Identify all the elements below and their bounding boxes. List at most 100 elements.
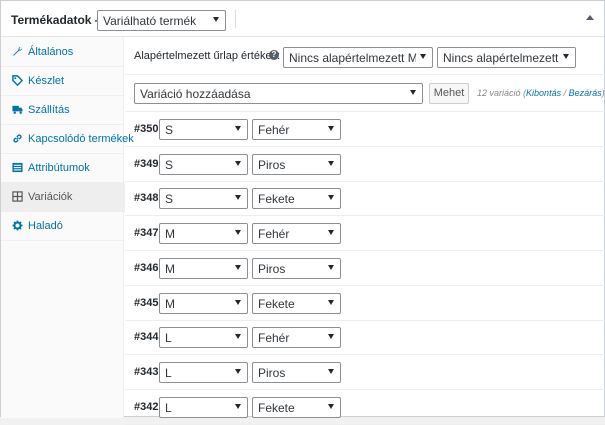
variation-size-value: S <box>165 157 174 172</box>
variation-size-value: L <box>165 331 172 346</box>
tab-advanced[interactable]: Haladó <box>1 211 124 241</box>
variation-size-value: M <box>165 296 175 311</box>
list-icon <box>12 162 23 173</box>
variation-row[interactable]: #349 S Piros <box>125 148 605 182</box>
variation-size-value: L <box>165 400 172 415</box>
go-button[interactable]: Mehet <box>429 83 469 104</box>
variation-row[interactable]: #348 S Fekete <box>125 182 605 217</box>
paren-close: ) <box>601 88 605 98</box>
variation-color-value: Piros <box>258 157 286 172</box>
chevron-down-icon <box>235 334 241 340</box>
chevron-down-icon <box>235 368 241 374</box>
default-color-value: Nincs alapértelmezett Szín... <box>443 51 559 65</box>
variation-id: #350 <box>134 123 159 135</box>
variation-id: #345 <box>134 296 159 309</box>
chevron-down-icon <box>328 230 334 236</box>
variation-id: #343 <box>134 365 159 378</box>
tab-label: Általános <box>28 46 74 58</box>
chevron-down-icon <box>235 264 241 270</box>
variation-size-select[interactable]: L <box>159 361 248 383</box>
variation-id: #346 <box>134 261 159 274</box>
variation-row[interactable]: #343 L Piros <box>125 356 605 390</box>
variation-color-value: Fekete <box>258 296 295 311</box>
variation-color-select[interactable]: Piros <box>252 257 341 279</box>
chevron-down-icon <box>235 160 241 166</box>
tab-label: Haladó <box>28 220 63 232</box>
variation-action-value: Variáció hozzáadása <box>140 87 251 101</box>
variation-size-select[interactable]: M <box>159 292 248 314</box>
chevron-down-icon <box>235 403 241 409</box>
chevron-down-icon <box>235 230 241 236</box>
variation-color-value: Fekete <box>258 192 295 207</box>
product-data-tabs: Általános Készlet Szállítás Kapcsolódó t… <box>1 37 134 418</box>
tab-inventory[interactable]: Készlet <box>1 66 124 96</box>
variation-color-select[interactable]: Piros <box>252 153 341 175</box>
tab-shipping[interactable]: Szállítás <box>1 95 124 125</box>
variation-row[interactable]: #350 S Fehér <box>125 113 605 147</box>
variation-size-value: M <box>165 227 175 242</box>
tab-label: Szállítás <box>28 104 70 116</box>
close-all-link[interactable]: Bezárás <box>569 88 602 98</box>
tab-label: Készlet <box>28 75 65 87</box>
variation-color-select[interactable]: Fehér <box>252 327 341 349</box>
variation-size-value: S <box>165 192 174 207</box>
variation-count: 12 variáció (Kibontás / Bezárás) <box>477 88 605 98</box>
tab-attributes[interactable]: Attribútumok <box>1 153 124 183</box>
variation-actions-row: Variáció hozzáadása Mehet 12 variáció (K… <box>125 76 605 112</box>
variation-color-select[interactable]: Fehér <box>252 223 341 245</box>
gear-icon <box>12 220 23 231</box>
variation-color-value: Fehér <box>258 123 290 137</box>
chevron-down-icon <box>328 160 334 166</box>
variation-color-select[interactable]: Piros <box>252 361 341 383</box>
variation-size-select[interactable]: L <box>159 327 248 349</box>
variation-size-value: M <box>165 261 175 276</box>
collapse-arrow-icon[interactable] <box>586 15 594 20</box>
variation-color-select[interactable]: Fehér <box>252 119 341 140</box>
variation-color-select[interactable]: Fekete <box>252 292 341 314</box>
default-size-value: Nincs alapértelmezett Méret... <box>289 51 416 65</box>
expand-all-link[interactable]: Kibontás <box>526 88 561 98</box>
chevron-down-icon <box>563 54 569 59</box>
chevron-down-icon <box>420 54 426 59</box>
tag-icon <box>12 75 23 86</box>
default-form-values-label: Alapértelmezett űrlap értékek: <box>134 50 281 62</box>
variation-count-text: 12 variáció <box>477 88 521 98</box>
variation-id: #348 <box>134 192 159 205</box>
variation-size-select[interactable]: M <box>159 257 248 279</box>
variation-row[interactable]: #346 M Piros <box>125 252 605 286</box>
tab-linked-products[interactable]: Kapcsolódó termékek <box>1 124 134 154</box>
variation-size-select[interactable]: S <box>159 153 248 175</box>
variation-row[interactable]: #347 M Fehér <box>125 217 605 252</box>
variation-color-value: Fehér <box>258 331 290 346</box>
product-type-value: Variálható termék <box>103 14 197 28</box>
default-form-values-row: Alapértelmezett űrlap értékek: ? Nincs a… <box>125 38 605 75</box>
variation-size-value: S <box>165 123 174 137</box>
variation-size-value: L <box>165 365 172 380</box>
default-size-select[interactable]: Nincs alapértelmezett Méret... <box>283 47 433 68</box>
variation-row[interactable]: #344 L Fehér <box>125 321 605 356</box>
chevron-down-icon <box>235 126 241 131</box>
wrench-icon <box>13 46 23 56</box>
panel-title: Termékadatok — <box>11 13 107 27</box>
chevron-down-icon <box>328 299 334 305</box>
variation-size-select[interactable]: M <box>159 223 248 245</box>
variation-size-select[interactable]: S <box>159 119 248 140</box>
variation-row[interactable]: #342 L Fekete <box>125 391 605 425</box>
variation-color-select[interactable]: Fekete <box>252 396 341 418</box>
tab-general[interactable]: Általános <box>1 37 124 67</box>
variation-color-select[interactable]: Fekete <box>252 188 341 210</box>
variation-action-select[interactable]: Variáció hozzáadása <box>134 83 423 104</box>
help-icon[interactable]: ? <box>269 50 279 60</box>
default-color-select[interactable]: Nincs alapértelmezett Szín... <box>437 47 576 68</box>
variation-size-select[interactable]: L <box>159 396 248 418</box>
tab-variations[interactable]: Variációk <box>1 182 125 212</box>
variation-size-select[interactable]: S <box>159 188 248 210</box>
product-type-select[interactable]: Variálható termék <box>97 10 226 31</box>
chevron-down-icon <box>328 195 334 201</box>
tab-label: Variációk <box>28 191 73 203</box>
variation-id: #342 <box>134 400 159 413</box>
variation-id: #344 <box>134 331 159 344</box>
chevron-down-icon <box>213 17 219 22</box>
variation-row[interactable]: #345 M Fekete <box>125 287 605 321</box>
chevron-down-icon <box>410 90 416 95</box>
